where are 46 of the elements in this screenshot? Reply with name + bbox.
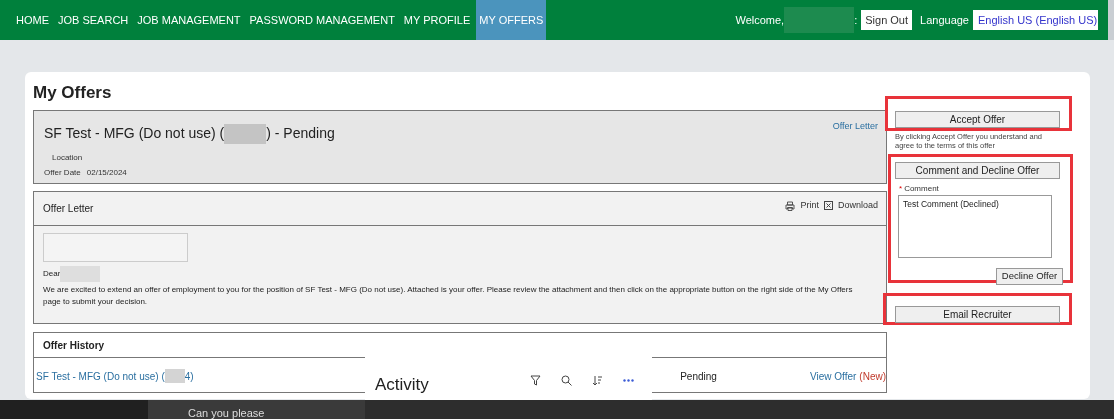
nav-tab[interactable]: MY OFFERS (476, 0, 547, 40)
nav-tab[interactable]: PASSWORD MANAGEMENT (246, 0, 398, 40)
page-title: My Offers (33, 82, 113, 104)
nav-tab[interactable]: HOME (13, 0, 52, 40)
print-link[interactable]: Print (800, 199, 819, 213)
offer-date-label: Offer Date (44, 167, 81, 179)
sign-out-button[interactable]: Sign Out (861, 10, 913, 30)
email-recruiter-button[interactable]: Email Recruiter (895, 306, 1060, 323)
accept-offer-button[interactable]: Accept Offer (895, 111, 1060, 128)
redaction-block (224, 123, 267, 144)
filter-icon[interactable] (530, 375, 541, 386)
status-text: Pending (680, 369, 718, 384)
offer-link[interactable]: 4) (184, 368, 194, 384)
offer-date-value: 02/15/2024 (86, 167, 127, 179)
printer-icon (785, 200, 796, 211)
panel-title: Offer Letter (43, 202, 94, 216)
nav-tab[interactable]: MY PROFILE (400, 0, 474, 40)
sort-icon[interactable] (592, 375, 603, 386)
offer-title-text: ) - Pending (266, 124, 335, 143)
offer-letter-text: We are excited to extend an offer of employment to you for the position of SF Test - MFG (Do not use). Attached is your offer. Please review the attachment and then click on the appropriate button on the right side of the My Offers page to submit your decision. (43, 284, 854, 308)
offer-letter-link[interactable]: Offer Letter (832, 120, 878, 134)
welcome-text: Welcome, (735, 12, 785, 28)
search-icon[interactable] (561, 375, 572, 386)
more-icon[interactable] (623, 379, 634, 382)
panel-title: Activity (375, 374, 429, 396)
offer-title-text: SF Test - MFG (Do not use) ( (44, 124, 225, 143)
new-tag: (New) (859, 368, 886, 384)
download-link[interactable]: Download (837, 199, 878, 213)
comment-field[interactable]: Test Comment (Declined) (898, 195, 1052, 258)
language-label: Language (920, 12, 969, 28)
chat-message-text: Can you please (188, 407, 265, 419)
language-select[interactable]: English US (English US) (973, 10, 1098, 30)
nav-tab[interactable]: JOB SEARCH (55, 0, 132, 40)
comment-label: Comment (904, 183, 939, 195)
greeting-text: Dear (43, 268, 61, 280)
decline-offer-button[interactable]: Decline Offer (996, 268, 1063, 285)
offer-link[interactable]: SF Test - MFG (Do not use) ( (36, 368, 165, 384)
view-offer-link[interactable]: View Offer (810, 368, 857, 384)
nav-tab[interactable]: JOB MANAGEMENT (134, 0, 244, 40)
document-icon (823, 201, 833, 211)
colon-text: : (854, 12, 858, 28)
location-label: Location (52, 152, 84, 164)
redaction-block (164, 369, 185, 383)
comment-decline-button[interactable]: Comment and Decline Offer (895, 162, 1060, 179)
redaction-block (784, 7, 855, 33)
required-mark: * (899, 183, 903, 195)
